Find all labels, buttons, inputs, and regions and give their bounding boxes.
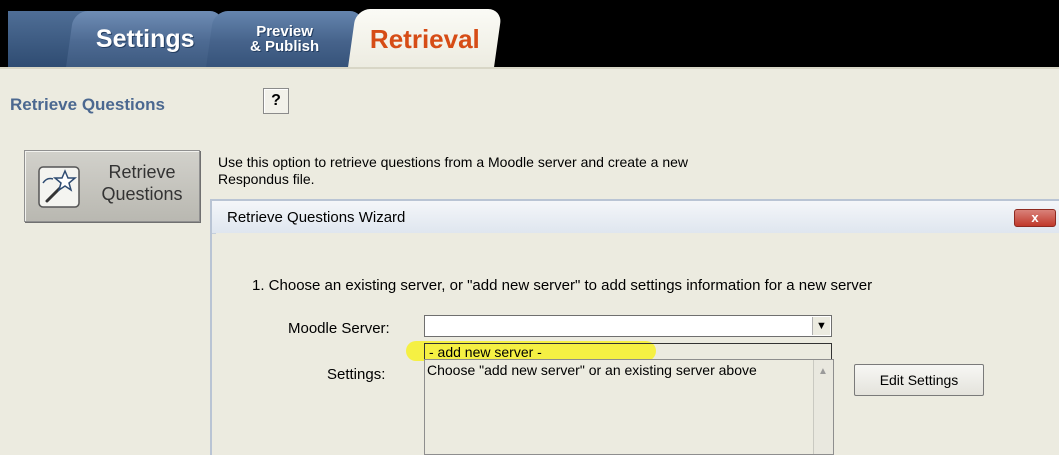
retrieve-button-label: Retrieve Questions: [89, 161, 195, 205]
tab-bar: Settings Preview & Publish Retrieval: [0, 0, 1059, 80]
settings-text: Choose "add new server" or an existing s…: [427, 362, 757, 378]
close-icon: x: [1031, 210, 1039, 225]
moodle-server-label: Moodle Server:: [288, 320, 390, 337]
settings-label: Settings:: [327, 366, 386, 383]
retrieve-questions-button[interactable]: Retrieve Questions: [24, 150, 200, 222]
retrieve-button-line1: Retrieve: [108, 162, 176, 182]
dialog-body: 1. Choose an existing server, or "add ne…: [216, 233, 1059, 455]
settings-textarea[interactable]: Choose "add new server" or an existing s…: [424, 359, 834, 455]
tab-preview-label: Preview & Publish: [250, 23, 320, 55]
tab-preview-line1: Preview: [256, 23, 314, 40]
dropdown-item-add-new-server[interactable]: - add new server -: [429, 344, 542, 360]
retrieve-button-line2: Questions: [101, 184, 183, 204]
option-description-line1: Use this option to retrieve questions fr…: [218, 154, 689, 170]
option-description-line2: Respondus file.: [218, 171, 315, 187]
magic-wand-icon: [38, 166, 80, 208]
close-button[interactable]: x: [1014, 209, 1056, 227]
settings-scrollbar[interactable]: ▲: [813, 360, 833, 454]
dialog-titlebar[interactable]: Retrieve Questions Wizard x: [212, 201, 1059, 234]
option-description: Use this option to retrieve questions fr…: [218, 154, 858, 188]
edit-settings-button[interactable]: Edit Settings: [854, 364, 984, 396]
scroll-up-icon[interactable]: ▲: [818, 366, 828, 377]
main-panel: Retrieve Questions ? Retrieve Questions …: [0, 80, 1059, 455]
moodle-server-dropdown[interactable]: ▼: [424, 315, 832, 337]
tab-settings-label: Settings: [95, 24, 195, 53]
retrieve-questions-wizard-dialog: Retrieve Questions Wizard x 1. Choose an…: [210, 199, 1059, 455]
tab-preview-line2: & Publish: [250, 38, 320, 55]
chevron-down-icon[interactable]: ▼: [812, 317, 830, 335]
step-1-instruction: 1. Choose an existing server, or "add ne…: [252, 277, 873, 294]
tab-settings[interactable]: Settings: [66, 11, 224, 67]
tab-retrieval[interactable]: Retrieval: [347, 9, 503, 69]
help-icon: ?: [271, 92, 281, 109]
help-button[interactable]: ?: [263, 88, 289, 114]
tab-retrieval-label: Retrieval: [370, 23, 480, 54]
tab-preview-publish[interactable]: Preview & Publish: [206, 11, 364, 67]
tab-underline: [0, 67, 1059, 80]
dialog-title: Retrieve Questions Wizard: [227, 209, 406, 226]
page-title: Retrieve Questions: [10, 95, 165, 114]
